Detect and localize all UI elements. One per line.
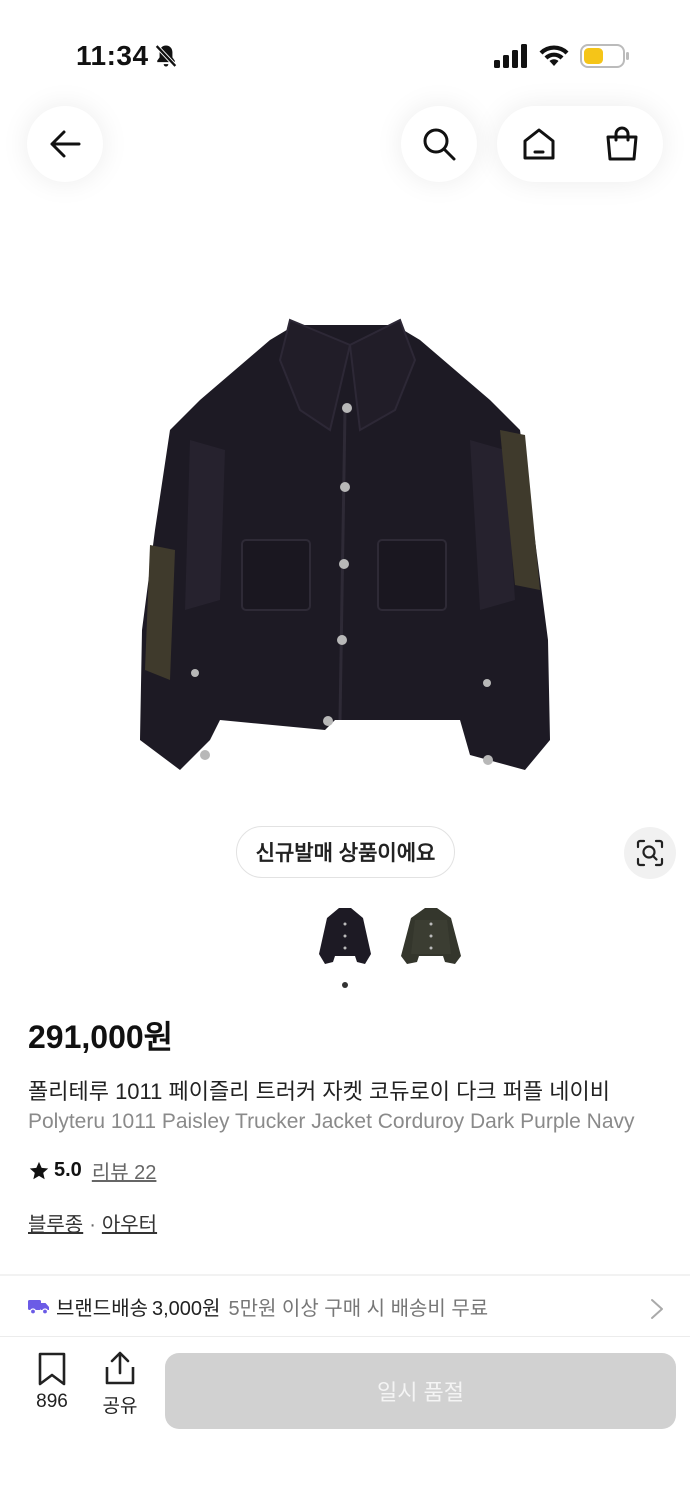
visual-search-icon xyxy=(636,839,664,867)
bell-muted-icon xyxy=(155,44,177,68)
battery-icon xyxy=(580,44,629,68)
category-link-outer[interactable]: 아우터 xyxy=(102,1214,157,1236)
save-count: 896 xyxy=(36,1391,68,1412)
home-icon xyxy=(523,128,554,160)
share-button[interactable]: 공유 xyxy=(90,1351,150,1431)
visual-search-button[interactable] xyxy=(624,827,676,879)
rating-value: 5.0 xyxy=(54,1159,82,1181)
wifi-icon xyxy=(539,45,569,66)
home-button[interactable] xyxy=(521,126,557,162)
status-bar: 11:34 xyxy=(0,0,690,110)
shipping-price: 3,000원 xyxy=(152,1297,221,1320)
truck-icon xyxy=(28,1300,49,1315)
new-release-badge: 신규발매 상품이에요 xyxy=(236,826,455,878)
share-icon xyxy=(105,1351,135,1385)
shipping-info-row[interactable]: 브랜드배송 3,000원 5만원 이상 구매 시 배송비 무료 xyxy=(0,1276,690,1336)
back-button[interactable] xyxy=(27,106,103,182)
shipping-label: 브랜드배송 xyxy=(56,1297,148,1320)
save-button[interactable]: 896 xyxy=(22,1351,82,1431)
nav-actions-group xyxy=(497,106,663,182)
status-time: 11:34 xyxy=(76,40,149,71)
cart-button[interactable] xyxy=(604,126,640,162)
category-link-blouson[interactable]: 블루종 xyxy=(28,1214,83,1236)
shipping-condition: 5만원 이상 구매 시 배송비 무료 xyxy=(228,1297,489,1320)
star-icon xyxy=(29,1161,49,1179)
product-thumbnail-2[interactable] xyxy=(397,904,465,968)
category-separator: · xyxy=(89,1214,96,1236)
product-name-english: Polyteru 1011 Paisley Trucker Jacket Cor… xyxy=(28,1110,635,1133)
back-arrow-icon xyxy=(50,130,81,158)
share-label: 공유 xyxy=(102,1396,138,1417)
carousel-indicator-dot xyxy=(342,982,348,988)
cellular-signal-icon xyxy=(494,44,527,68)
rating-row: 5.0 리뷰 22 xyxy=(28,1156,156,1185)
search-button[interactable] xyxy=(401,106,477,182)
product-thumbnail-1[interactable] xyxy=(311,904,379,968)
shopping-bag-icon xyxy=(606,126,637,161)
review-count-link[interactable]: 리뷰 22 xyxy=(92,1156,157,1185)
bottom-action-bar: 896 공유 일시 품절 xyxy=(0,1336,690,1500)
sold-out-button[interactable]: 일시 품절 xyxy=(165,1353,676,1429)
product-main-image[interactable] xyxy=(130,300,560,790)
category-breadcrumb: 블루종 · 아우터 xyxy=(28,1208,157,1237)
product-price: 291,000원 xyxy=(28,1019,174,1055)
bookmark-icon xyxy=(38,1352,66,1386)
product-name-korean: 폴리테루 1011 페이즐리 트러커 자켓 코듀로이 다크 퍼플 네이비 xyxy=(28,1079,610,1104)
search-icon xyxy=(423,128,456,161)
chevron-right-icon xyxy=(651,1299,663,1319)
